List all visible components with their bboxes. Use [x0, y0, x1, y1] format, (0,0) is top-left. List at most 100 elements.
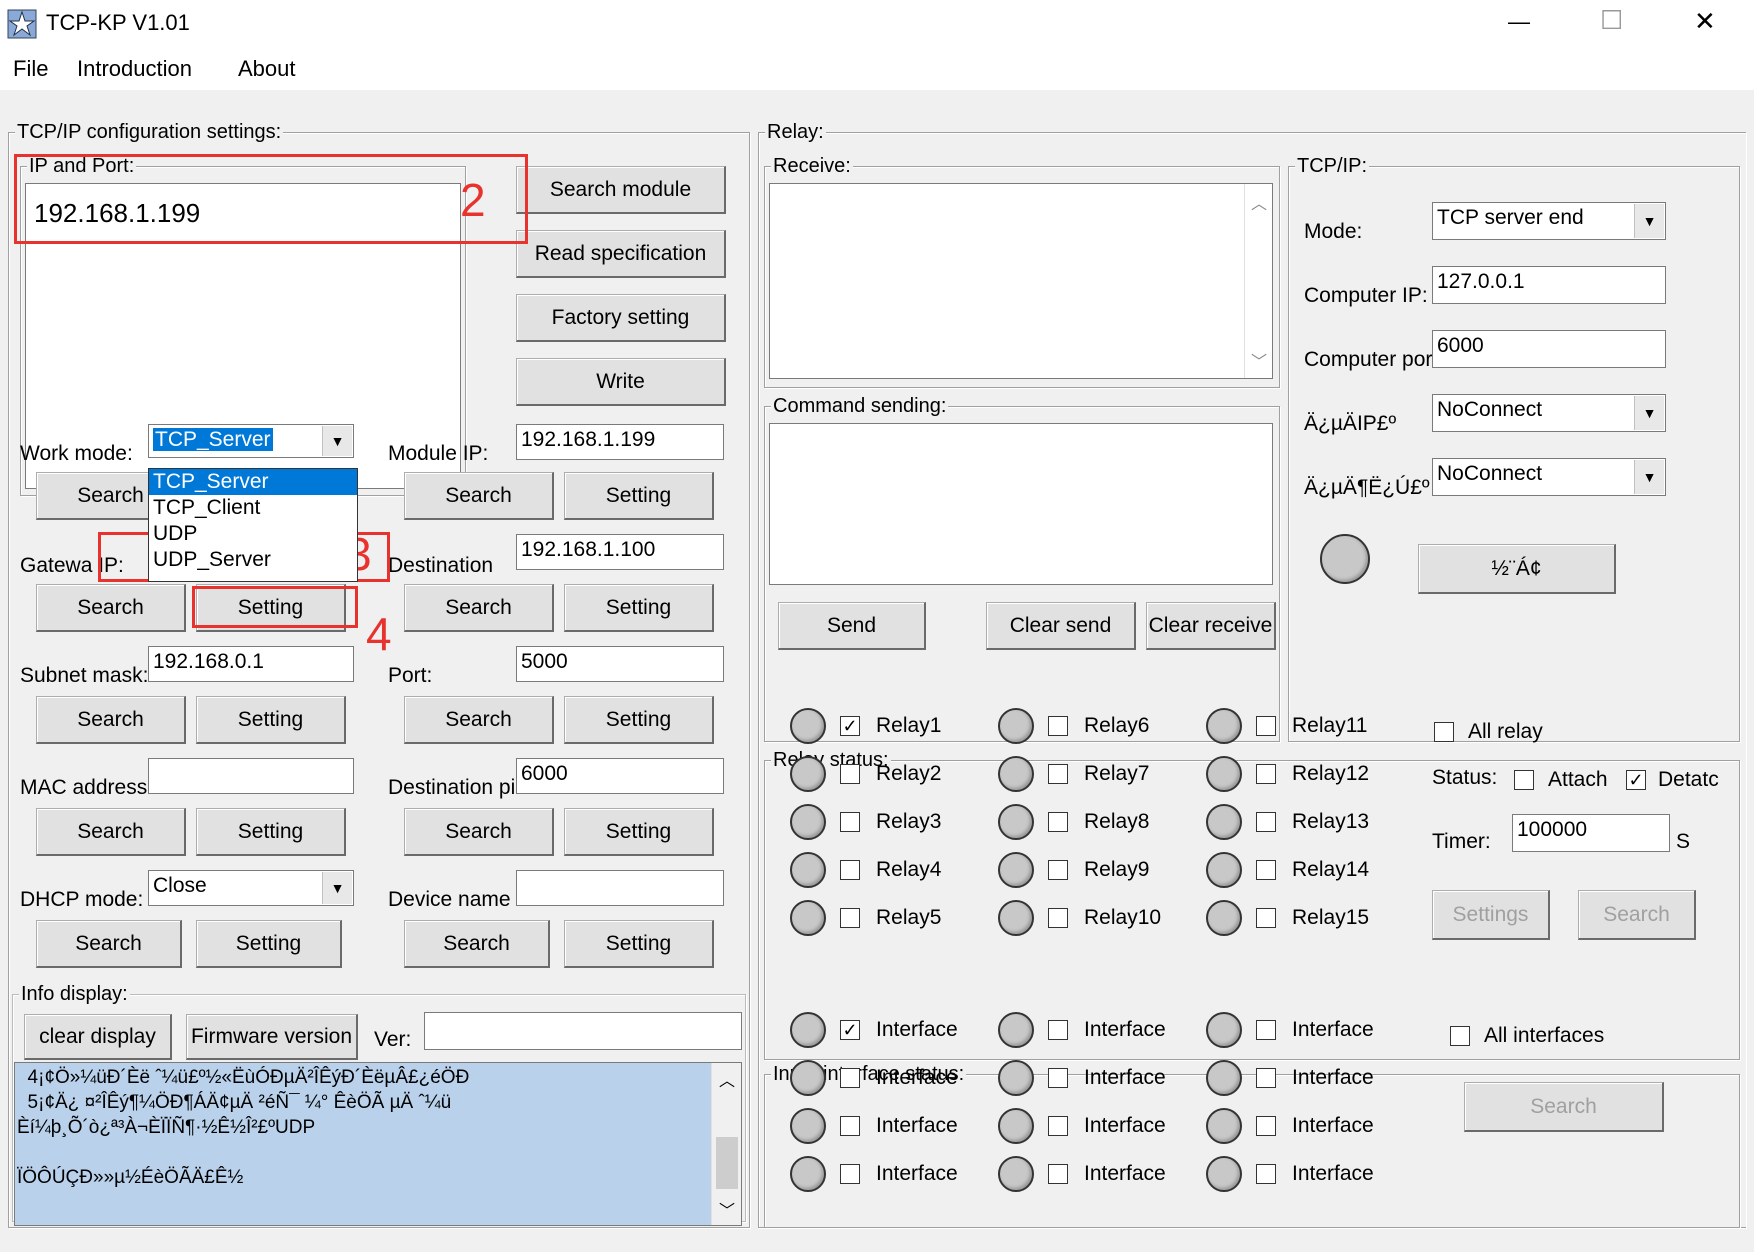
version-field[interactable]: [424, 1012, 742, 1050]
scroll-down-icon[interactable]: ﹀: [712, 1197, 741, 1221]
interface-checkbox[interactable]: [840, 1164, 860, 1184]
scroll-thumb[interactable]: [716, 1137, 738, 1189]
chevron-down-icon[interactable]: ▼: [1634, 396, 1664, 430]
relay-checkbox[interactable]: [1048, 812, 1068, 832]
scroll-up-icon[interactable]: ︿: [1245, 190, 1273, 214]
interface-checkbox[interactable]: [1256, 1164, 1276, 1184]
relay-checkbox[interactable]: [1256, 812, 1276, 832]
subnet-mask-field[interactable]: 192.168.0.1: [148, 646, 354, 682]
relay-checkbox[interactable]: [840, 764, 860, 784]
relay-checkbox[interactable]: [1048, 764, 1068, 784]
chevron-down-icon[interactable]: ▼: [1634, 204, 1664, 238]
relay-checkbox[interactable]: [840, 812, 860, 832]
relay-checkbox[interactable]: [840, 860, 860, 880]
computer-ip-field[interactable]: 127.0.0.1: [1432, 266, 1666, 304]
destination-field[interactable]: 192.168.1.100: [516, 534, 724, 570]
port-search-button[interactable]: Search: [404, 696, 554, 744]
maximize-icon[interactable]: ☐: [1600, 7, 1623, 33]
work-mode-dropdown[interactable]: TCP_Server TCP_Client UDP UDP_Server: [148, 468, 358, 582]
scroll-up-icon[interactable]: ︿: [712, 1067, 741, 1091]
module-ip-setting-button[interactable]: Setting: [564, 472, 714, 520]
device-name-search-button[interactable]: Search: [404, 920, 550, 968]
menu-file[interactable]: File: [13, 57, 48, 81]
input-search-button[interactable]: Search: [1464, 1082, 1664, 1132]
clear-send-button[interactable]: Clear send: [986, 602, 1136, 650]
device-name-field[interactable]: [516, 870, 724, 906]
relay-checkbox[interactable]: [1048, 860, 1068, 880]
interface-checkbox[interactable]: [1048, 1164, 1068, 1184]
interface-checkbox[interactable]: [840, 1116, 860, 1136]
target-ip-select[interactable]: NoConnect ▼: [1432, 394, 1666, 432]
chevron-down-icon[interactable]: ▼: [1634, 460, 1664, 494]
chevron-down-icon[interactable]: ▼: [322, 872, 352, 904]
dhcp-setting-button[interactable]: Setting: [196, 920, 342, 968]
interface-checkbox[interactable]: [1048, 1020, 1068, 1040]
factory-setting-button[interactable]: Factory setting: [516, 294, 726, 342]
all-interfaces-checkbox[interactable]: [1450, 1026, 1470, 1046]
receive-textarea[interactable]: ︿ ﹀: [769, 183, 1273, 379]
mac-address-field[interactable]: [148, 758, 354, 794]
destination-port-field[interactable]: 6000: [516, 758, 724, 794]
subnet-search-button[interactable]: Search: [36, 696, 186, 744]
write-button[interactable]: Write: [516, 358, 726, 406]
relay-checkbox[interactable]: [1048, 716, 1068, 736]
attach-checkbox[interactable]: [1514, 770, 1534, 790]
subnet-setting-button[interactable]: Setting: [196, 696, 346, 744]
scroll-down-icon[interactable]: ﹀: [1245, 348, 1273, 372]
dropdown-option-udp-server[interactable]: UDP_Server: [149, 547, 357, 573]
connect-button[interactable]: ½¨Á¢: [1418, 544, 1616, 594]
send-button[interactable]: Send: [778, 602, 926, 650]
work-mode-select[interactable]: TCP_Server ▼: [148, 424, 354, 458]
target-port-select[interactable]: NoConnect ▼: [1432, 458, 1666, 496]
device-name-setting-button[interactable]: Setting: [564, 920, 714, 968]
relay-settings-button[interactable]: Settings: [1432, 890, 1550, 940]
dhcp-mode-select[interactable]: Close ▼: [148, 870, 354, 906]
relay-checkbox[interactable]: [1256, 716, 1276, 736]
mac-search-button[interactable]: Search: [36, 808, 186, 856]
interface-checkbox[interactable]: [1048, 1068, 1068, 1088]
interface-checkbox[interactable]: ✓: [840, 1020, 860, 1040]
dropdown-option-tcp-server[interactable]: TCP_Server: [149, 469, 357, 495]
relay-checkbox[interactable]: [1256, 860, 1276, 880]
close-icon[interactable]: ✕: [1694, 8, 1716, 34]
command-textarea[interactable]: [769, 423, 1273, 585]
receive-scrollbar[interactable]: ︿ ﹀: [1244, 184, 1272, 378]
detach-checkbox[interactable]: ✓: [1626, 770, 1646, 790]
menu-about[interactable]: About: [238, 57, 296, 81]
interface-checkbox[interactable]: [840, 1068, 860, 1088]
all-relay-checkbox[interactable]: [1434, 722, 1454, 742]
destination-setting-button[interactable]: Setting: [564, 584, 714, 632]
interface-checkbox[interactable]: [1048, 1116, 1068, 1136]
relay-checkbox[interactable]: [840, 908, 860, 928]
gateway-search-button[interactable]: Search: [36, 584, 186, 632]
clear-display-button[interactable]: clear display: [24, 1014, 172, 1060]
interface-checkbox[interactable]: [1256, 1020, 1276, 1040]
port-field[interactable]: 5000: [516, 646, 724, 682]
dest-port-search-button[interactable]: Search: [404, 808, 554, 856]
computer-port-field[interactable]: 6000: [1432, 330, 1666, 368]
interface-checkbox[interactable]: [1256, 1116, 1276, 1136]
menu-introduction[interactable]: Introduction: [77, 57, 192, 81]
relay-checkbox[interactable]: [1256, 908, 1276, 928]
module-ip-field[interactable]: 192.168.1.199: [516, 424, 724, 460]
module-ip-search-button[interactable]: Search: [404, 472, 554, 520]
dropdown-option-udp[interactable]: UDP: [149, 521, 357, 547]
info-log-scrollbar[interactable]: ︿ ﹀: [711, 1063, 741, 1225]
dest-port-setting-button[interactable]: Setting: [564, 808, 714, 856]
clear-receive-button[interactable]: Clear receive: [1146, 602, 1276, 650]
port-setting-button[interactable]: Setting: [564, 696, 714, 744]
firmware-version-button[interactable]: Firmware version: [186, 1014, 358, 1060]
relay-checkbox[interactable]: ✓: [840, 716, 860, 736]
info-log[interactable]: 4¡¢Ö»¼üÐ´Èë ˆ¼ü£º½«ËùÓÐµÄ²ÎÊýÐ´ÈëµÂ£¿éÖÐ…: [14, 1062, 742, 1226]
relay-checkbox[interactable]: [1048, 908, 1068, 928]
mode-select[interactable]: TCP server end ▼: [1432, 202, 1666, 240]
timer-field[interactable]: 100000: [1512, 814, 1670, 852]
minimize-icon[interactable]: —: [1508, 10, 1530, 34]
chevron-down-icon[interactable]: ▼: [322, 426, 352, 456]
relay-search-button[interactable]: Search: [1578, 890, 1696, 940]
destination-search-button[interactable]: Search: [404, 584, 554, 632]
mac-setting-button[interactable]: Setting: [196, 808, 346, 856]
interface-checkbox[interactable]: [1256, 1068, 1276, 1088]
dhcp-search-button[interactable]: Search: [36, 920, 182, 968]
read-specification-button[interactable]: Read specification: [516, 230, 726, 278]
